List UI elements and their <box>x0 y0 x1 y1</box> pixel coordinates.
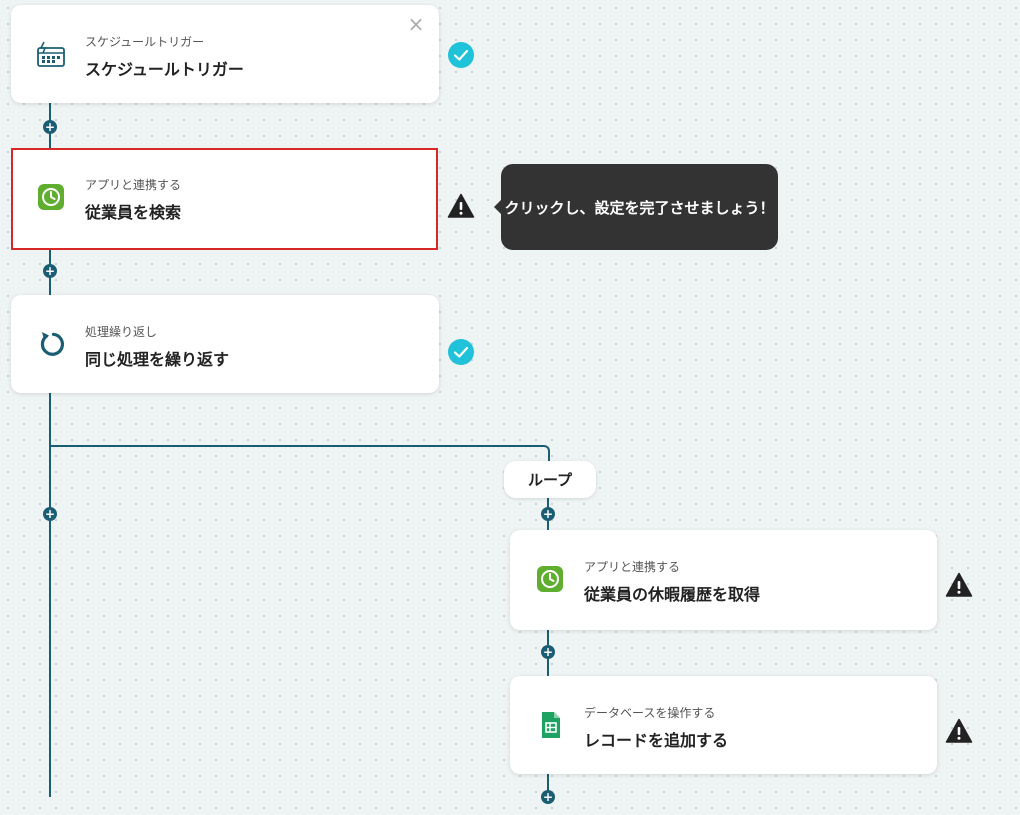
step-title: 同じ処理を繰り返す <box>85 350 230 369</box>
loop-label-text: ループ <box>527 471 573 489</box>
loop-label[interactable]: ループ <box>504 461 596 498</box>
step-card-get-leave-history[interactable]: アプリと連携する 従業員の休暇履歴を取得 <box>510 530 937 630</box>
green-clock-app-icon <box>38 184 64 210</box>
loop-branch-connector <box>50 445 550 463</box>
add-step-button[interactable]: + <box>541 645 555 659</box>
warning-icon <box>945 572 973 597</box>
step-card-add-record[interactable]: データベースを操作する レコードを追加する <box>510 676 937 774</box>
step-card-schedule-trigger[interactable]: スケジュールトリガー スケジュールトリガー × <box>11 5 439 103</box>
loop-arrow-icon <box>40 332 65 356</box>
tooltip-text: クリックし、設定を完了させましょう！ <box>504 198 775 217</box>
add-step-button[interactable]: + <box>541 507 555 521</box>
green-clock-app-icon <box>537 566 563 592</box>
check-circle-icon <box>448 42 474 68</box>
step-title: 従業員の休暇履歴を取得 <box>584 585 761 604</box>
add-step-button[interactable]: + <box>43 120 57 134</box>
warning-icon <box>447 193 475 218</box>
step-card-repeat[interactable]: 処理繰り返し 同じ処理を繰り返す <box>11 295 439 393</box>
step-subtitle: アプリと連携する <box>85 178 182 192</box>
step-subtitle: 処理繰り返し <box>85 325 158 339</box>
check-circle-icon <box>448 339 474 365</box>
warning-icon <box>945 718 973 743</box>
step-subtitle: スケジュールトリガー <box>85 35 205 49</box>
close-icon[interactable]: × <box>407 14 425 34</box>
step-subtitle: アプリと連携する <box>584 560 681 574</box>
step-card-search-employees[interactable]: アプリと連携する 従業員を検索 <box>11 148 438 250</box>
step-title: スケジュールトリガー <box>85 60 244 79</box>
add-step-button[interactable]: + <box>43 264 57 278</box>
step-subtitle: データベースを操作する <box>584 706 716 720</box>
schedule-calendar-icon <box>37 41 65 67</box>
step-title: レコードを追加する <box>584 731 729 750</box>
step-title: 従業員を検索 <box>85 203 182 222</box>
google-sheets-icon <box>542 712 560 738</box>
flow-canvas: + + + + + + スケジュールトリガー スケジュールトリガー × アプリと… <box>0 0 1020 815</box>
add-step-button[interactable]: + <box>43 507 57 521</box>
tooltip: クリックし、設定を完了させましょう！ <box>494 164 778 250</box>
add-step-button[interactable]: + <box>541 790 555 804</box>
